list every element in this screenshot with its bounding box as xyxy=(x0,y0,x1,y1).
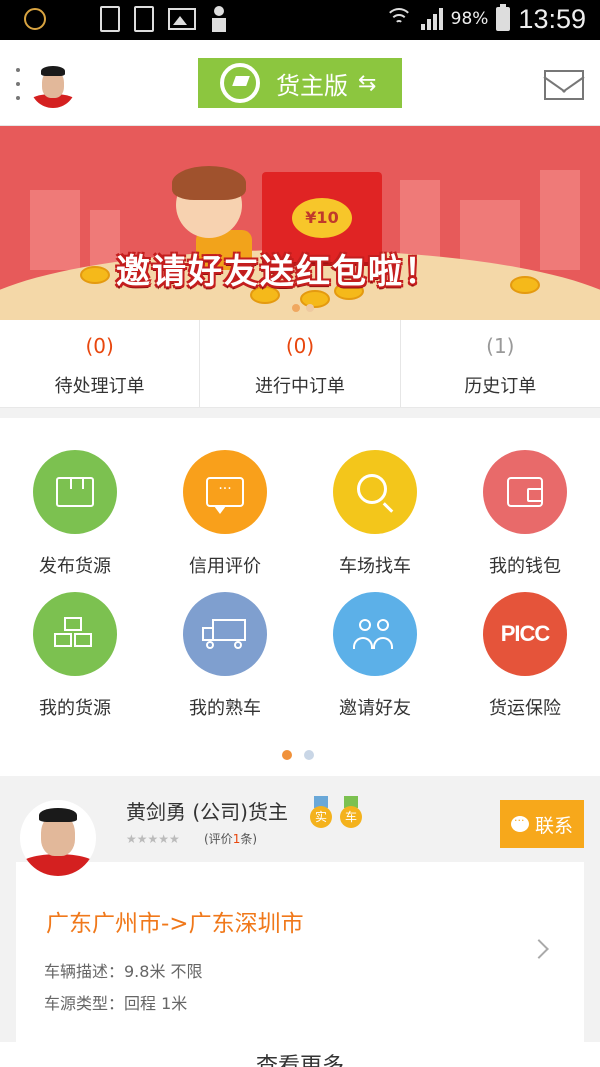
shipper-avatar[interactable] xyxy=(20,800,96,876)
promo-banner[interactable]: ¥10 邀请好友送红包啦！ xyxy=(0,126,600,320)
credit-review-button[interactable]: ··· 信用评价 xyxy=(150,450,300,578)
invite-friends-button[interactable]: 邀请好友 xyxy=(300,592,450,720)
grid-label: 我的钱包 xyxy=(489,556,561,577)
in-progress-orders[interactable]: (0) 进行中订单 xyxy=(200,320,401,407)
banner-title: 邀请好友送红包啦！ xyxy=(116,252,440,292)
order-label: 历史订单 xyxy=(464,376,537,397)
verified-real-badge: 实 xyxy=(310,796,332,830)
grid-label: 货运保险 xyxy=(489,698,561,719)
grid-label: 车场找车 xyxy=(339,556,411,577)
clock: 13:59 xyxy=(518,3,586,34)
route-text: 广东广州市->广东深圳市 xyxy=(46,911,304,937)
user-icon xyxy=(210,6,228,32)
freight-insurance-button[interactable]: PICC 货运保险 xyxy=(450,592,600,720)
banner-pager xyxy=(292,304,314,312)
order-count: (0) xyxy=(85,334,114,358)
pager-dot-active[interactable] xyxy=(282,750,292,760)
search-icon xyxy=(357,474,387,504)
wifi-icon xyxy=(384,8,413,30)
invite-friends-icon xyxy=(353,619,397,649)
order-summary: (0) 待处理订单 (0) 进行中订单 (1) 历史订单 xyxy=(0,320,600,408)
publish-cargo-circle xyxy=(33,450,117,534)
my-cargo-circle xyxy=(33,592,117,676)
rating-stars: ★★★★★ xyxy=(126,832,180,846)
pager-dot[interactable] xyxy=(304,750,314,760)
vehicle-description: 车辆描述：9.8米 不限 xyxy=(44,962,203,981)
invite-friends-circle xyxy=(333,592,417,676)
app-header: 货主版 ⇆ xyxy=(0,40,600,126)
shipper-name: 黄剑勇 (公司)货主 xyxy=(126,800,288,824)
feature-grid: 发布货源 ··· 信用评价 车场找车 我的钱包 我的货源 我的熟车 邀请好友 P… xyxy=(0,418,600,776)
picc-logo-icon: PICC xyxy=(500,621,551,646)
user-avatar[interactable] xyxy=(30,62,76,108)
battery-percent: 98% xyxy=(450,9,489,29)
wallet-circle xyxy=(483,450,567,534)
my-cargo-button[interactable]: 我的货源 xyxy=(0,592,150,720)
contact-button[interactable]: 联系 xyxy=(500,800,584,848)
my-trucks-button[interactable]: 我的熟车 xyxy=(150,592,300,720)
truck-circle xyxy=(183,592,267,676)
grid-label: 我的货源 xyxy=(39,698,111,719)
pending-orders[interactable]: (0) 待处理订单 xyxy=(0,320,201,407)
publish-cargo-button[interactable]: 发布货源 xyxy=(0,450,150,578)
credit-review-circle: ··· xyxy=(183,450,267,534)
grid-label: 邀请好友 xyxy=(339,698,411,719)
mail-icon[interactable] xyxy=(544,70,584,100)
review-count[interactable]: (评价1条) xyxy=(204,830,257,847)
status-icons xyxy=(100,4,228,34)
truck-icon xyxy=(202,619,248,649)
find-truck-button[interactable]: 车场找车 xyxy=(300,450,450,578)
view-more-button[interactable]: 查看更多 xyxy=(0,1042,600,1067)
contact-label: 联系 xyxy=(534,814,573,837)
order-label: 进行中订单 xyxy=(254,376,345,397)
signal-icon xyxy=(420,8,443,30)
chat-icon xyxy=(510,811,529,832)
order-label: 待处理订单 xyxy=(54,376,145,397)
chevron-right-icon[interactable] xyxy=(529,939,549,959)
brand-logo-icon xyxy=(220,63,260,103)
role-switch-button[interactable]: 货主版 ⇆ xyxy=(198,58,402,108)
picc-logo-circle: PICC xyxy=(483,592,567,676)
battery-icon xyxy=(496,4,511,31)
status-bar: 98% 13:59 xyxy=(0,0,600,40)
shipper-card[interactable]: 黄剑勇 (公司)货主 实 车 ★★★★★ (评价1条) 联系 广东广州市->广东… xyxy=(0,786,600,1067)
document-icon xyxy=(134,6,154,32)
route-card[interactable]: 广东广州市->广东深圳市 车辆描述：9.8米 不限 车源类型：回程 1米 xyxy=(16,862,584,1042)
grid-label: 发布货源 xyxy=(39,556,111,577)
status-right: 98% 13:59 xyxy=(384,2,586,36)
search-circle xyxy=(333,450,417,534)
grid-label: 我的熟车 xyxy=(189,698,261,719)
credit-review-icon: ··· xyxy=(206,477,244,514)
verified-car-badge: 车 xyxy=(340,796,362,830)
wallet-icon xyxy=(507,477,543,507)
brand-label: 货主版 xyxy=(276,71,348,100)
menu-dots-icon[interactable] xyxy=(14,68,22,100)
grid-pager xyxy=(282,750,314,760)
source-type: 车源类型：回程 1米 xyxy=(44,994,188,1013)
my-cargo-icon xyxy=(52,617,98,651)
file-icon xyxy=(100,6,120,32)
notification-icon xyxy=(24,8,46,30)
order-count: (0) xyxy=(285,334,315,358)
wallet-button[interactable]: 我的钱包 xyxy=(450,450,600,578)
history-orders[interactable]: (1) 历史订单 xyxy=(401,320,600,407)
publish-cargo-icon xyxy=(56,477,94,507)
swap-icon: ⇆ xyxy=(358,70,377,96)
order-count: (1) xyxy=(486,334,515,358)
grid-label: 信用评价 xyxy=(189,556,261,577)
image-icon xyxy=(168,8,196,30)
coin-label: ¥10 xyxy=(292,198,352,238)
